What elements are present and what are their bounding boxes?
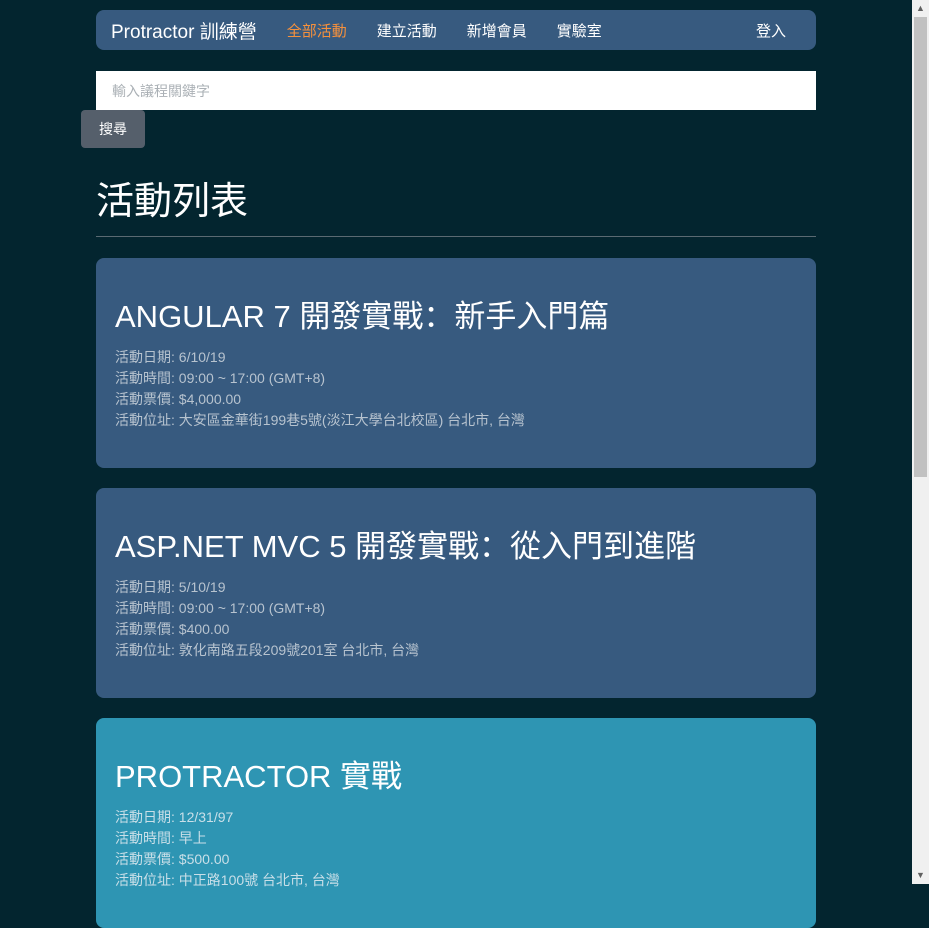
event-time: 活動時間: 早上 (115, 830, 207, 846)
event-price: 活動票價: $400.00 (115, 621, 230, 637)
top-navbar: Protractor 訓練營 全部活動 建立活動 新增會員 實驗室 登入 (96, 10, 816, 50)
page-title: 活動列表 (96, 181, 249, 223)
event-date: 活動日期: 5/10/19 (115, 579, 226, 595)
event-date: 活動日期: 6/10/19 (115, 349, 226, 365)
title-divider (96, 236, 816, 237)
event-location: 活動位址: 敦化南路五段209號201室 台北市, 台灣 (115, 642, 420, 658)
nav-item-lab[interactable]: 實驗室 (557, 20, 602, 41)
event-card[interactable]: ANGULAR 7 開發實戰：新手入門篇 活動日期: 6/10/19 活動時間:… (96, 258, 816, 468)
search-button[interactable]: 搜尋 (81, 110, 145, 148)
nav-item-all-events[interactable]: 全部活動 (287, 20, 347, 41)
event-price: 活動票價: $4,000.00 (115, 391, 242, 407)
brand-link[interactable]: Protractor 訓練營 (111, 17, 257, 44)
event-date: 活動日期: 12/31/97 (115, 809, 234, 825)
event-price: 活動票價: $500.00 (115, 851, 230, 867)
event-title: ASP.NET MVC 5 開發實戰：從入門到進階 (115, 529, 697, 564)
event-time: 活動時間: 09:00 ~ 17:00 (GMT+8) (115, 370, 326, 386)
event-location: 活動位址: 中正路100號 台北市, 台灣 (115, 872, 340, 888)
scroll-up-arrow-icon[interactable]: ▲ (912, 0, 929, 17)
scrollbar-thumb[interactable] (914, 17, 927, 477)
nav-item-create-event[interactable]: 建立活動 (377, 20, 437, 41)
event-card[interactable]: PROTRACTOR 實戰 活動日期: 12/31/97 活動時間: 早上 活動… (96, 718, 816, 928)
vertical-scrollbar[interactable]: ▲ ▼ (912, 0, 929, 884)
event-title: PROTRACTOR 實戰 (115, 759, 403, 794)
event-title: ANGULAR 7 開發實戰：新手入門篇 (115, 299, 610, 334)
nav-item-add-member[interactable]: 新增會員 (467, 20, 527, 41)
event-card[interactable]: ASP.NET MVC 5 開發實戰：從入門到進階 活動日期: 5/10/19 … (96, 488, 816, 698)
search-input[interactable] (96, 71, 816, 110)
event-time: 活動時間: 09:00 ~ 17:00 (GMT+8) (115, 600, 326, 616)
login-link[interactable]: 登入 (756, 20, 786, 41)
scroll-down-arrow-icon[interactable]: ▼ (912, 867, 929, 884)
event-location: 活動位址: 大安區金華街199巷5號(淡江大學台北校區) 台北市, 台灣 (115, 412, 525, 428)
